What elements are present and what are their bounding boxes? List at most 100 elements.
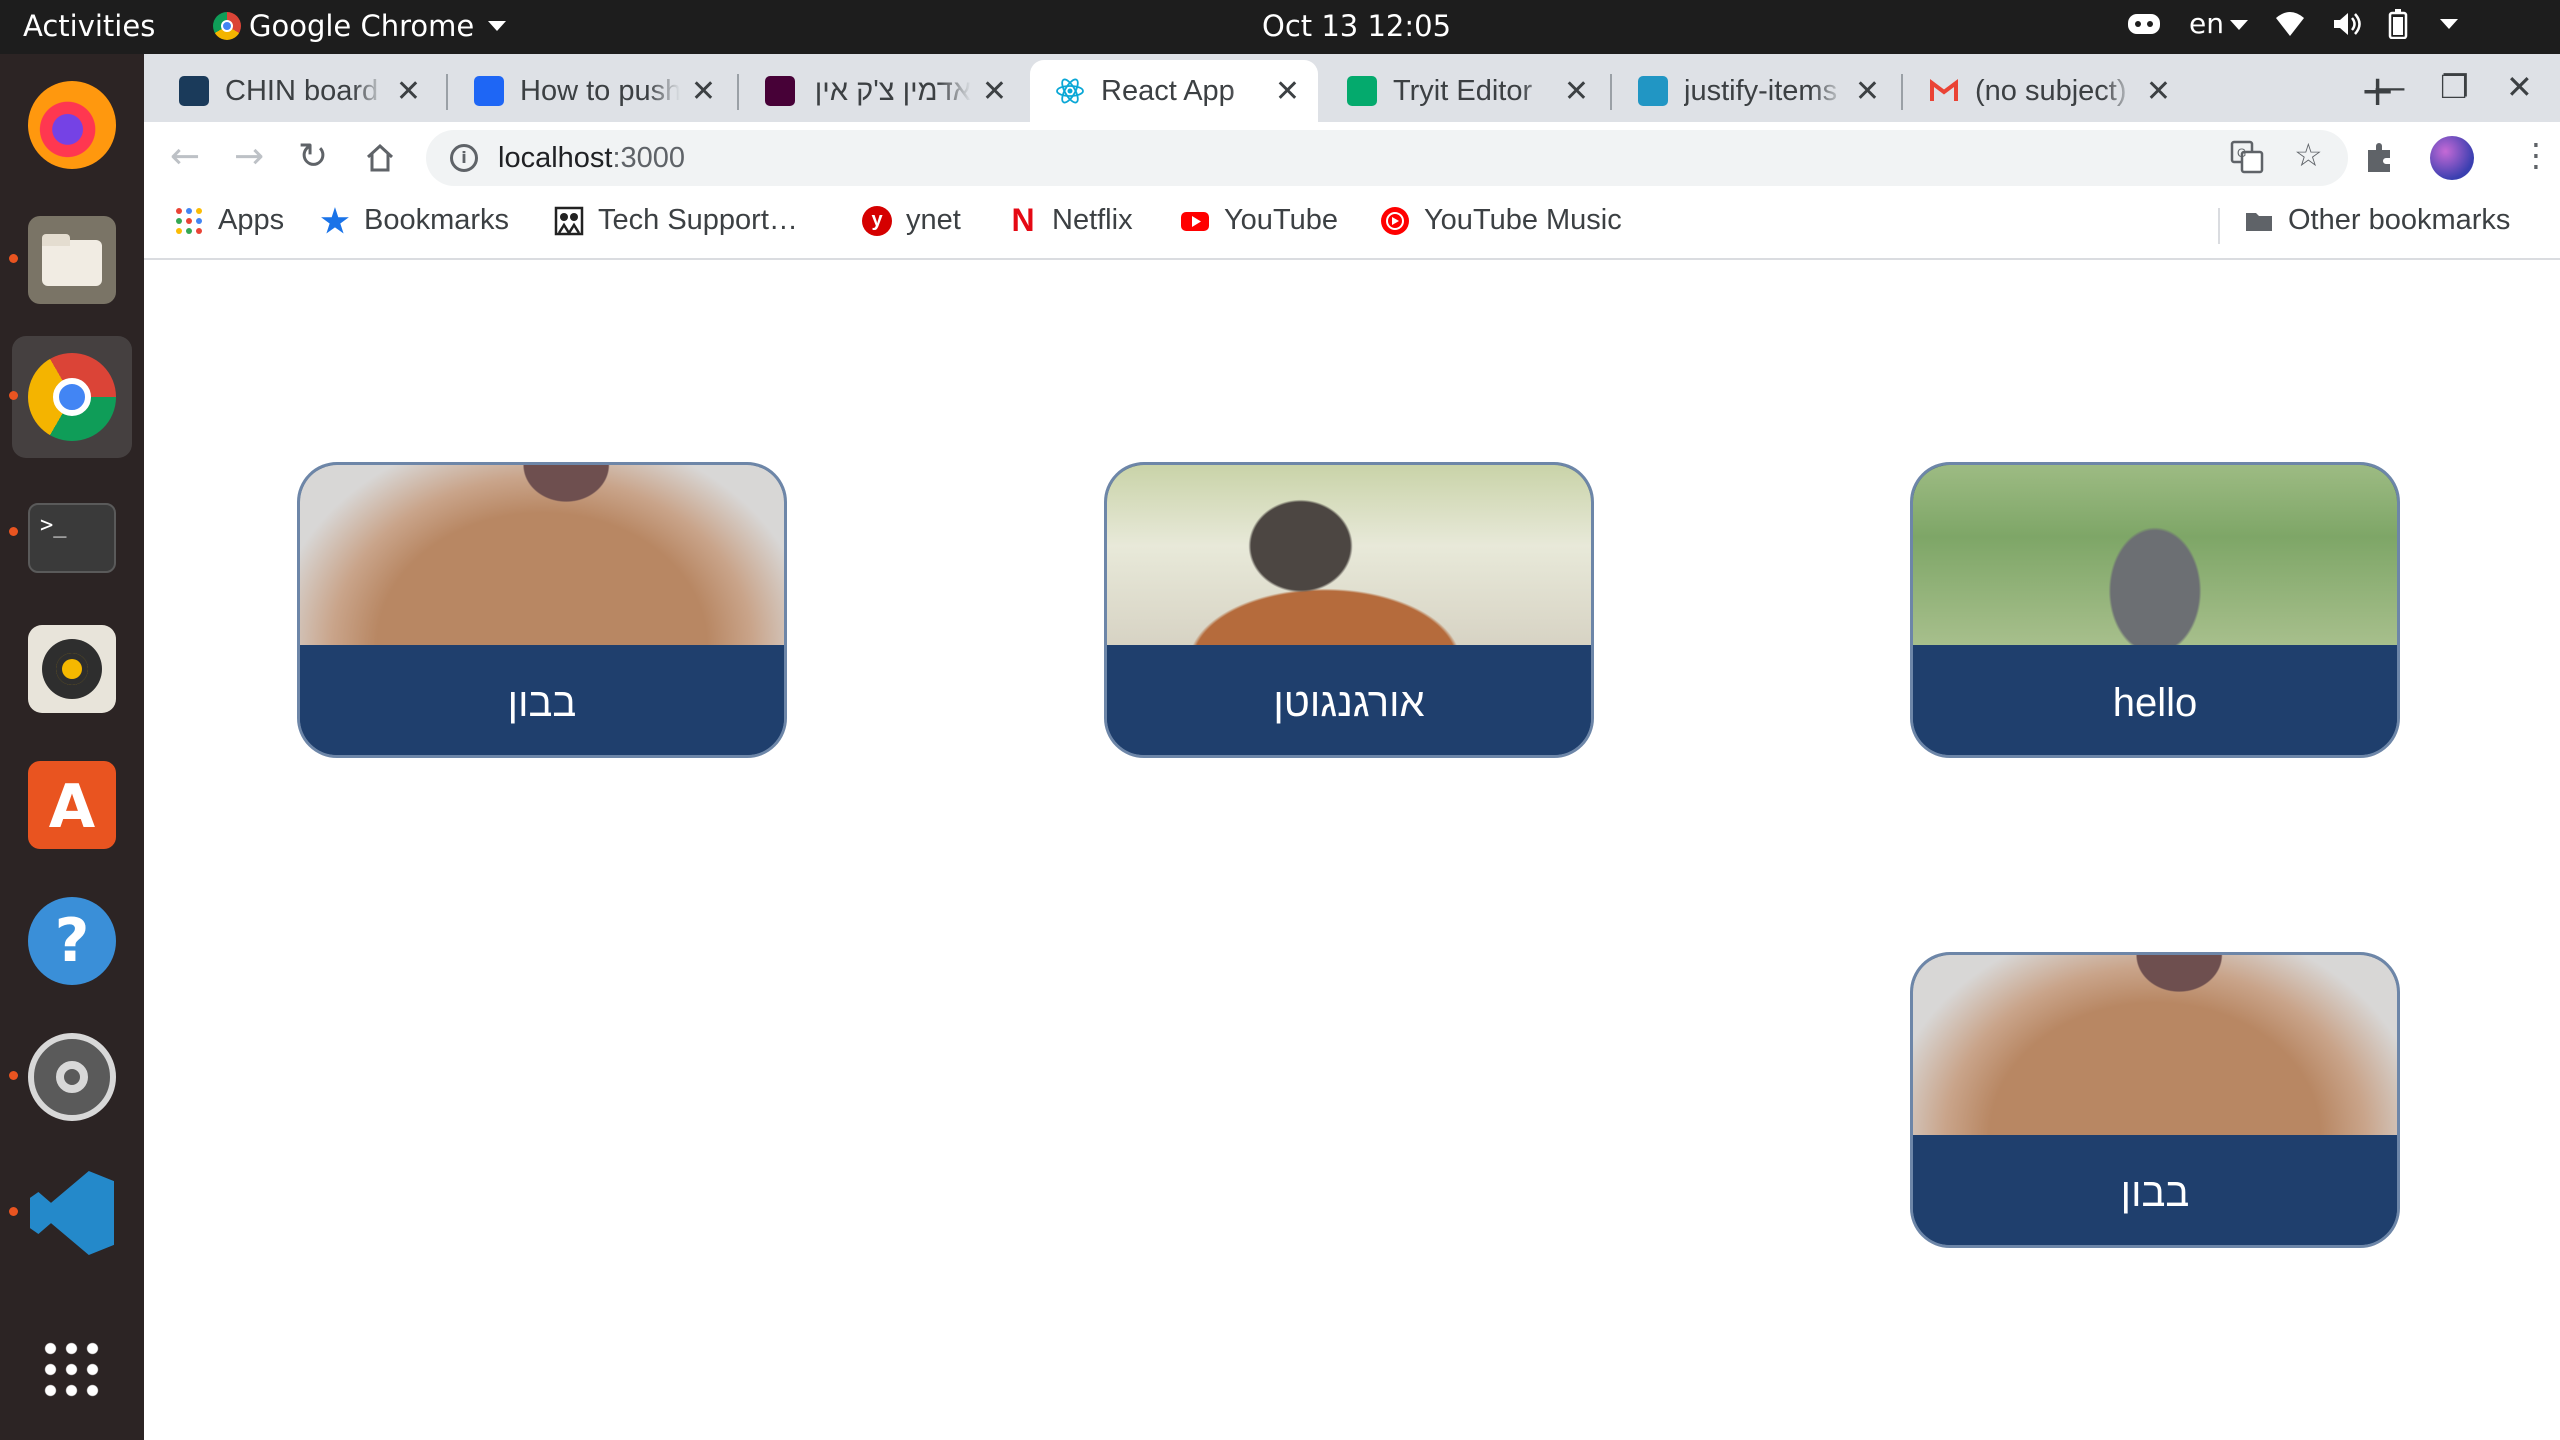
bookmark-youtube[interactable]: YouTube — [1180, 204, 1338, 237]
tab-justify-items[interactable]: justify-items ✕ — [1613, 60, 1898, 122]
ubuntu-top-bar: Activities Google Chrome Oct 13 12:05 en — [0, 0, 2560, 54]
settings-icon — [28, 1033, 116, 1121]
tab-title: Tryit Editor — [1393, 74, 1533, 107]
bookmark-ynet[interactable]: y ynet — [862, 204, 961, 237]
bookmark-label: ynet — [906, 204, 961, 236]
close-tab-icon[interactable]: ✕ — [2146, 74, 2171, 109]
chrome-app-icon — [213, 12, 241, 40]
bookmark-label: YouTube Music — [1424, 204, 1622, 236]
tab-tryit-editor[interactable]: Tryit Editor ✕ — [1322, 60, 1607, 122]
close-tab-icon[interactable]: ✕ — [1564, 74, 1589, 109]
close-tab-icon[interactable]: ✕ — [691, 74, 716, 109]
bookmark-label: Bookmarks — [364, 204, 510, 236]
card-caption: בבון — [1913, 1135, 2397, 1245]
translate-icon[interactable]: G — [2230, 140, 2264, 174]
forward-arrow-icon[interactable]: → — [234, 136, 264, 177]
bookmark-label: Other bookmarks — [2288, 204, 2511, 236]
tab-gmail[interactable]: (no subject) ✕ — [1904, 60, 2324, 122]
help-icon: ? — [28, 897, 116, 985]
bookmark-bookmarks[interactable]: ★ Bookmarks — [320, 203, 510, 239]
language-indicator[interactable]: en — [2189, 7, 2248, 40]
wifi-icon[interactable] — [2274, 10, 2306, 38]
dock-show-apps[interactable] — [12, 1309, 132, 1431]
chin-board-favicon-icon — [179, 76, 209, 106]
tab-title: React App — [1101, 74, 1235, 107]
dock-terminal[interactable]: >_ — [9, 472, 132, 594]
dock-settings[interactable] — [9, 1016, 132, 1138]
card-caption: אורגנגוטן — [1107, 645, 1591, 755]
tab-strip: CHIN board ✕ How to push ✕ אדמין צ'ק אין… — [144, 54, 2560, 122]
bookmark-label: Netflix — [1052, 204, 1133, 236]
tab-react-app[interactable]: React App ✕ — [1030, 60, 1318, 122]
app-menu-label: Google Chrome — [249, 9, 475, 43]
card-caption: hello — [1913, 645, 2397, 755]
w3schools-favicon-icon — [1347, 76, 1377, 106]
close-tab-icon[interactable]: ✕ — [982, 74, 1007, 109]
extensions-icon[interactable] — [2362, 140, 2396, 174]
system-tray: en — [2125, 7, 2458, 40]
bookmark-tech-support[interactable]: Tech Support… — [554, 204, 798, 237]
home-icon[interactable] — [364, 142, 396, 174]
show-apps-icon — [40, 1338, 104, 1402]
browser-toolbar: ← → ↻ i localhost:3000 G ☆ ⋮ — [144, 122, 2560, 194]
bookmark-apps[interactable]: Apps — [174, 204, 284, 237]
baboon-photo — [300, 465, 784, 645]
animal-card-gorilla[interactable]: hello — [1910, 462, 2400, 758]
confluence-favicon-icon — [474, 76, 504, 106]
volume-icon[interactable] — [2332, 10, 2362, 38]
files-icon — [28, 216, 116, 304]
animal-card-baboon[interactable]: בבון — [297, 462, 787, 758]
bookmarks-bar: Apps ★ Bookmarks Tech Support… y ynet N … — [144, 194, 2560, 260]
dock-files[interactable] — [9, 199, 132, 321]
dock: >_ A ? — [0, 54, 144, 1440]
dock-firefox[interactable] — [12, 64, 132, 186]
chrome-menu-icon[interactable]: ⋮ — [2520, 136, 2552, 174]
dock-help[interactable]: ? — [12, 880, 132, 1002]
activities-button[interactable]: Activities — [23, 9, 155, 43]
tab-title: justify-items — [1684, 74, 1838, 107]
profile-avatar[interactable] — [2430, 136, 2474, 180]
restore-icon[interactable]: ❐ — [2440, 68, 2469, 106]
bookmark-star-icon[interactable]: ☆ — [2294, 136, 2323, 174]
tab-title: CHIN board — [225, 74, 379, 107]
youtube-icon — [1181, 211, 1209, 231]
chrome-icon — [28, 353, 116, 441]
close-tab-icon[interactable]: ✕ — [1275, 74, 1300, 109]
dock-vscode[interactable] — [9, 1152, 132, 1274]
battery-icon[interactable] — [2388, 8, 2408, 39]
back-arrow-icon[interactable]: ← — [170, 136, 200, 177]
discord-icon[interactable] — [2125, 10, 2163, 38]
system-menu-chevron-icon[interactable] — [2439, 18, 2458, 29]
animal-card-baboon-2[interactable]: בבון — [1910, 952, 2400, 1248]
site-info-icon[interactable]: i — [450, 144, 478, 172]
clock[interactable]: Oct 13 12:05 — [1262, 9, 1451, 43]
terminal-icon: >_ — [28, 502, 116, 573]
bookmark-label: Tech Support… — [598, 204, 798, 236]
url-text[interactable]: localhost:3000 — [498, 142, 685, 175]
close-tab-icon[interactable]: ✕ — [396, 74, 421, 109]
vscode-icon — [30, 1171, 114, 1255]
baboon-photo — [1913, 955, 2397, 1135]
minimize-icon[interactable]: — — [2374, 68, 2406, 106]
youtube-music-icon — [1381, 206, 1409, 235]
close-window-icon[interactable]: ✕ — [2506, 68, 2533, 106]
tab-how-to-push[interactable]: How to push ✕ — [449, 60, 734, 122]
svg-text:G: G — [2237, 146, 2246, 160]
tab-chin-board[interactable]: CHIN board ✕ — [154, 60, 439, 122]
address-bar[interactable]: i localhost:3000 — [426, 130, 2348, 186]
tab-title: (no subject) — [1975, 74, 2127, 107]
tab-title: אדמין צ'ק אין — [814, 74, 971, 107]
bookmark-youtube-music[interactable]: YouTube Music — [1380, 204, 1622, 237]
bookmark-netflix[interactable]: N Netflix — [1008, 202, 1133, 238]
app-menu[interactable]: Google Chrome — [213, 9, 507, 43]
react-app-page: בבון אורגנגוטן hello בבון — [144, 260, 2560, 1440]
dock-software-store[interactable]: A — [12, 744, 132, 866]
close-tab-icon[interactable]: ✕ — [1855, 74, 1880, 109]
tab-admin-checkin[interactable]: אדמין צ'ק אין ✕ — [740, 60, 1025, 122]
animal-card-orangutan[interactable]: אורגנגוטן — [1104, 462, 1594, 758]
reload-icon[interactable]: ↻ — [298, 136, 328, 177]
dock-rhythmbox[interactable] — [12, 608, 132, 730]
dock-chrome[interactable] — [9, 336, 132, 458]
bookmark-other[interactable]: Other bookmarks — [2244, 204, 2510, 237]
mdn-favicon-icon — [1638, 76, 1668, 106]
